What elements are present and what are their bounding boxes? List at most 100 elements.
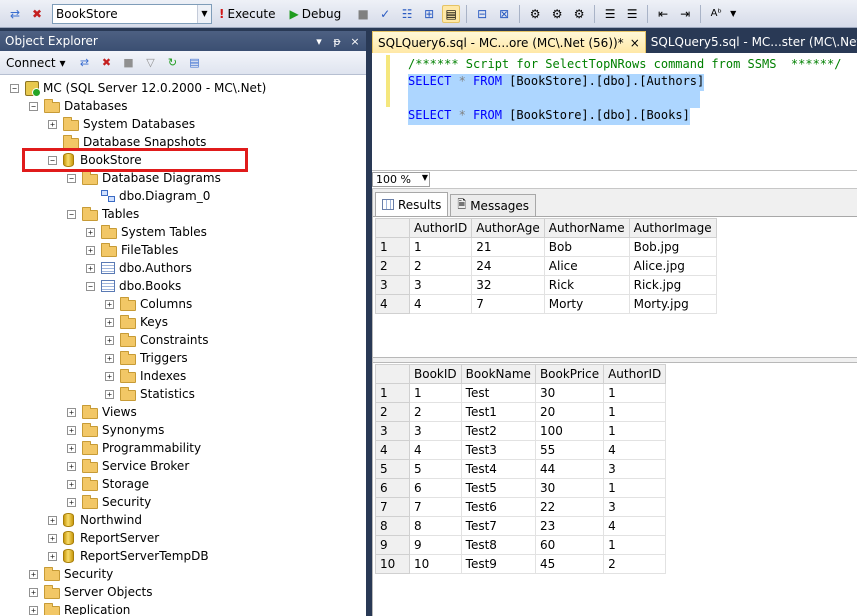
row-number[interactable]: 1 [375,383,410,403]
expand-icon[interactable]: + [29,605,38,615]
expand-icon[interactable]: + [67,479,76,489]
grid-cell[interactable]: 1 [603,383,667,403]
tree-node[interactable]: + Security [67,493,151,511]
pin-icon[interactable]: ᵽ [330,35,344,48]
close-icon[interactable]: × [348,35,362,48]
intellisense-icon[interactable]: Aᵇ [707,5,725,23]
tree-node[interactable]: + FileTables [86,241,178,259]
tab-sqlquery6[interactable]: SQLQuery6.sql - MC...ore (MC\.Net (56))*… [372,31,646,53]
grid-cell[interactable]: Rick [543,275,630,295]
grid-cell[interactable]: 1 [409,383,462,403]
row-number[interactable]: 9 [375,535,410,555]
expand-icon[interactable]: + [105,353,114,363]
expand-icon[interactable]: + [105,389,114,399]
grid-cell[interactable]: Test5 [460,478,536,498]
grid-cell[interactable]: Test9 [460,554,536,574]
grid-cell[interactable]: Test4 [460,459,536,479]
grid-cell[interactable]: Test [460,383,536,403]
grid-cell[interactable]: 6 [409,478,462,498]
row-number[interactable]: 4 [375,294,410,314]
grid-cell[interactable]: Test7 [460,516,536,536]
grid-cell[interactable]: Morty [543,294,630,314]
table-row[interactable]: 6 6 Test5 30 1 [375,478,667,498]
grid-cell[interactable]: Bob [543,237,630,257]
tree-node[interactable]: + Programmability [67,439,201,457]
tree-node[interactable]: + Columns [105,295,192,313]
tree-node[interactable]: + Keys [105,313,168,331]
grid-cell[interactable]: 3 [603,497,667,517]
table-row[interactable]: 3 3 32 Rick Rick.jpg [375,275,717,295]
grid-cell[interactable]: 2 [603,554,667,574]
tree-node[interactable]: + Triggers [105,349,188,367]
grid-cell[interactable]: 32 [471,275,545,295]
expand-icon[interactable]: + [86,263,95,273]
grid-cell[interactable]: 30 [534,383,605,403]
expand-icon[interactable]: + [67,425,76,435]
row-number[interactable]: 1 [375,237,410,257]
grid-cell[interactable]: 24 [471,256,545,276]
grid-cell[interactable]: Test8 [460,535,536,555]
expand-icon[interactable]: + [67,443,76,453]
grid-cell[interactable]: Test2 [460,421,536,441]
collapse-icon[interactable]: − [67,209,76,219]
grid-cell[interactable]: 60 [534,535,605,555]
expand-icon[interactable]: + [29,569,38,579]
expand-icon[interactable]: + [67,407,76,417]
query-editor[interactable]: /****** Script for SelectTopNRows comman… [372,53,857,171]
tab-sqlquery5[interactable]: SQLQuery5.sql - MC...ster (MC\.Net (55)) [646,31,857,53]
books-results-grid[interactable]: BookID BookName BookPrice AuthorID 1 1 Test 30 1… [375,364,667,574]
column-header[interactable]: AuthorAge [471,218,545,238]
comment-icon[interactable]: ☰ [601,5,619,23]
grid-cell[interactable]: 30 [534,478,605,498]
grid-cell[interactable]: 100 [534,421,605,441]
expand-icon[interactable]: + [105,335,114,345]
filter-icon[interactable]: ▽ [142,55,158,71]
table-row[interactable]: 8 8 Test7 23 4 [375,516,667,536]
grid-cell[interactable]: 1 [408,237,473,257]
grid-cell[interactable]: 4 [603,516,667,536]
collapse-icon[interactable]: − [67,173,76,183]
grid-cell[interactable]: 44 [534,459,605,479]
collapse-icon[interactable]: − [86,281,95,291]
expand-icon[interactable]: + [105,371,114,381]
tree-node[interactable]: + Replication [29,601,130,615]
grid-cell[interactable]: Rick.jpg [628,275,717,295]
connect-button[interactable]: Connect ▾ [6,56,65,70]
column-header[interactable]: AuthorID [603,364,667,384]
grid-cell[interactable]: 1 [603,478,667,498]
grid-cell[interactable]: 4 [409,440,462,460]
collapse-icon[interactable]: − [10,83,19,93]
tree-node[interactable]: − Databases [29,97,128,115]
grid-cell[interactable]: 2 [409,402,462,422]
tab-results[interactable]: Results [375,192,449,216]
tree-node[interactable]: + System Databases [48,115,195,133]
tree-node[interactable]: + Synonyms [67,421,164,439]
window-position-icon[interactable]: ▾ [312,35,326,48]
expand-icon[interactable]: + [86,245,95,255]
increase-indent-icon[interactable]: ⇥ [676,5,694,23]
grid-cell[interactable]: 3 [603,459,667,479]
expand-icon[interactable]: + [29,587,38,597]
row-number[interactable]: 6 [375,478,410,498]
authors-results-grid[interactable]: AuthorID AuthorAge AuthorName AuthorImage 1 1… [375,218,717,314]
expand-icon[interactable]: + [105,299,114,309]
activity-monitor-icon[interactable]: ▤ [186,55,202,71]
grid-cell[interactable]: 1 [603,535,667,555]
tab-messages[interactable]: 🗎 Messages [450,194,537,216]
column-header[interactable]: AuthorImage [628,218,717,238]
grid-cell[interactable]: 7 [471,294,545,314]
refresh-icon[interactable]: ↻ [164,55,180,71]
tree-node[interactable]: + dbo.Authors [86,259,192,277]
table-row[interactable]: 10 10 Test9 45 2 [375,554,667,574]
disconnect-icon[interactable]: ✖ [28,5,46,23]
tree-node[interactable]: + Server Objects [29,583,153,601]
connect-icon[interactable]: ⇄ [76,55,92,71]
column-header[interactable]: AuthorID [408,218,473,238]
collapse-icon[interactable]: − [29,101,38,111]
table-row[interactable]: 4 4 Test3 55 4 [375,440,667,460]
column-header[interactable]: BookPrice [534,364,605,384]
row-number[interactable]: 4 [375,440,410,460]
debug-button[interactable]: ▶ Debug [286,7,352,21]
table-row[interactable]: 4 4 7 Morty Morty.jpg [375,294,717,314]
table-row[interactable]: 2 2 24 Alice Alice.jpg [375,256,717,276]
